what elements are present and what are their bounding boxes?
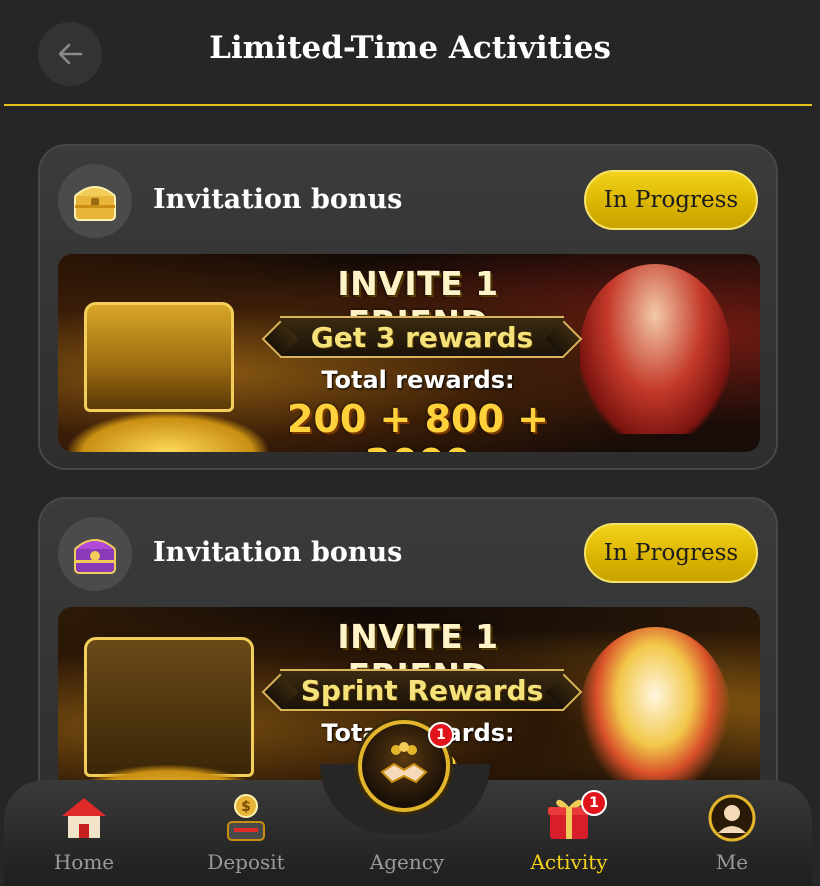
- header-divider: [4, 104, 812, 106]
- nav-item-home[interactable]: Home: [24, 792, 144, 874]
- nav-label: Home: [53, 850, 115, 874]
- svg-text:$: $: [241, 799, 251, 815]
- treasure-chest-illustration: [84, 637, 254, 777]
- activity-title: Invitation bonus: [153, 184, 403, 215]
- activity-banner[interactable]: INVITE 1 FRIEND Get 3 rewards Total rewa…: [58, 254, 760, 452]
- nav-label: Activity: [530, 850, 608, 874]
- banner-ribbon: Get 3 rewards: [280, 316, 564, 358]
- deposit-icon: $: [218, 792, 274, 844]
- pilot-character-illustration: [580, 264, 730, 434]
- banner-amounts: 200 + 800 + 2000: [286, 397, 549, 452]
- nav-item-deposit[interactable]: $ Deposit: [186, 792, 306, 874]
- activity-badge: 1: [581, 790, 607, 816]
- activity-title: Invitation bonus: [153, 537, 403, 568]
- treasure-chest-illustration: [84, 302, 234, 412]
- activity-card[interactable]: Invitation bonus In Progress INVITE 1 FR…: [38, 144, 778, 470]
- coin-pile-illustration: [68, 412, 268, 452]
- home-icon: [56, 792, 112, 844]
- nav-label: Agency: [369, 850, 445, 874]
- gift-icon: 1: [541, 790, 607, 844]
- page-title: Limited-Time Activities: [209, 30, 611, 66]
- nav-label: Me: [715, 850, 749, 874]
- nav-item-me[interactable]: Me: [672, 792, 792, 874]
- header: Limited-Time Activities: [0, 0, 820, 108]
- banner-subtitle: Total rewards:: [321, 366, 515, 394]
- nav-item-agency[interactable]: Agency: [347, 792, 467, 874]
- purple-chest-icon: [58, 517, 132, 591]
- user-avatar-icon: [704, 792, 760, 844]
- gold-chest-icon: [58, 164, 132, 238]
- nav-label: Deposit: [207, 850, 285, 874]
- status-button[interactable]: In Progress: [584, 523, 758, 583]
- status-button[interactable]: In Progress: [584, 170, 758, 230]
- agency-badge: 1: [428, 722, 454, 748]
- handshake-icon: [380, 742, 428, 784]
- banner-ribbon: Sprint Rewards: [280, 669, 564, 711]
- nav-item-activity[interactable]: 1 Activity: [509, 790, 629, 874]
- chicken-character-illustration: [580, 627, 730, 797]
